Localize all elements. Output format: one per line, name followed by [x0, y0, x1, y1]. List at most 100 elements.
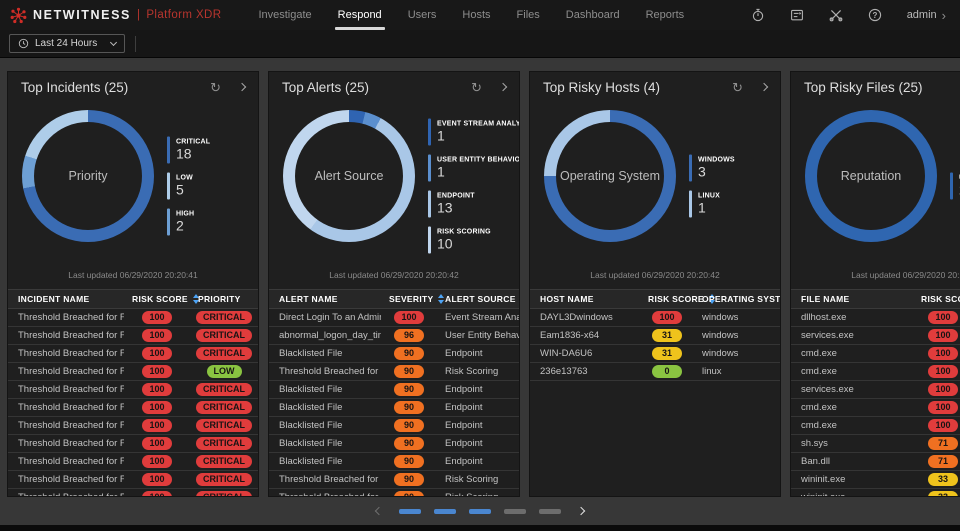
nav-item-reports[interactable]: Reports	[633, 0, 698, 30]
table-row[interactable]: Threshold Breached for FILE cmd.e... 100 C…	[8, 327, 258, 345]
legend-value: 3	[698, 163, 706, 180]
table-row[interactable]: Blacklisted File 90 Endpoint	[269, 435, 519, 453]
refresh-icon[interactable]: ↻	[210, 81, 221, 94]
table-row[interactable]: Blacklisted File 90 Endpoint	[269, 399, 519, 417]
badge-yellow: 33	[928, 491, 958, 496]
table-row[interactable]: cmd.exe 100	[791, 417, 960, 435]
table-row[interactable]: Direct Login To an Administrative ... 100…	[269, 309, 519, 327]
table-row[interactable]: cmd.exe 100	[791, 345, 960, 363]
page-next-icon[interactable]	[576, 506, 586, 516]
table-row[interactable]: Threshold Breached for FILE cmd.e... 100 C…	[8, 399, 258, 417]
panel-title: Top Risky Files (25)	[804, 79, 923, 95]
table-row[interactable]: Threshold Breached for FILE NWE... 100 CRI…	[8, 435, 258, 453]
donut-chart[interactable]: Alert Source	[283, 110, 415, 242]
cell-text: Threshold Breached for FILE cmd.e...	[8, 489, 124, 496]
table-row[interactable]: Threshold Breached for FILE servi... 100 C…	[8, 453, 258, 471]
donut-chart[interactable]: Reputation	[805, 110, 937, 242]
badge-red: CRITICAL	[196, 419, 252, 432]
page-dash-3-active[interactable]	[469, 508, 491, 514]
table-row[interactable]: wininit.exe 33	[791, 489, 960, 496]
table-row[interactable]: Threshold Breached for FILE SMSv... 100 CR…	[8, 471, 258, 489]
page-dash-2-active[interactable]	[434, 508, 456, 514]
page-dash-1-active[interactable]	[399, 508, 421, 514]
cell-text: Endpoint	[445, 348, 483, 359]
refresh-icon[interactable]: ↻	[732, 81, 743, 94]
panel-table: ALERT NAME SEVERITY ALERT SOURCE Direct …	[269, 289, 519, 496]
nav-item-investigate[interactable]: Investigate	[245, 0, 324, 30]
badge-yellow: 33	[928, 473, 958, 486]
table-row[interactable]: sh.sys 71	[791, 435, 960, 453]
table-row[interactable]: Threshold Breached for FILE cmd.e... 90 Ri…	[269, 489, 519, 496]
table-row[interactable]: abnormal_logon_day_time 96 User Entity Beh…	[269, 327, 519, 345]
nav-item-files[interactable]: Files	[504, 0, 553, 30]
table-row[interactable]: cmd.exe 100	[791, 363, 960, 381]
table-row[interactable]: cmd.exe 100	[791, 399, 960, 417]
page-prev-icon[interactable]	[374, 506, 384, 516]
nav-item-label: Respond	[337, 9, 382, 21]
cell-text: Blacklisted File	[279, 456, 343, 467]
column-header[interactable]: RISK SCORE	[124, 294, 199, 304]
table-row[interactable]: wininit.exe 33	[791, 471, 960, 489]
admin-tools-icon[interactable]	[829, 8, 843, 22]
divider	[135, 35, 137, 52]
donut-chart[interactable]: Priority	[22, 110, 154, 242]
cell-text: Eam1836-x64	[540, 330, 600, 341]
table-row[interactable]: Blacklisted File 90 Endpoint	[269, 381, 519, 399]
table-row[interactable]: Blacklisted File 90 Endpoint	[269, 417, 519, 435]
clock-icon	[18, 38, 29, 49]
legend-value: 1	[698, 199, 706, 216]
expand-panel-icon[interactable]	[237, 82, 247, 92]
badge-red: 100	[142, 365, 172, 378]
svg-text:?: ?	[872, 11, 877, 20]
table-row[interactable]: 236e13763 0 linux	[530, 363, 780, 381]
table-row[interactable]: Threshold Breached for FILE SMSv... 90 Ris…	[269, 471, 519, 489]
help-icon[interactable]: ?	[868, 8, 882, 22]
user-menu[interactable]: admin ›	[907, 8, 946, 23]
column-header[interactable]: RISK SCORE	[640, 294, 715, 304]
brand: NETWITNESS | Platform XDR	[10, 7, 221, 24]
table-row[interactable]: Blacklisted File 90 Endpoint	[269, 453, 519, 471]
legend-entry: UNKNOWN 25	[950, 172, 960, 200]
table-row[interactable]: Threshold Breached for FILE dllho... 100 C…	[8, 417, 258, 435]
refresh-icon[interactable]: ↻	[471, 81, 482, 94]
table-row[interactable]: Threshold Breached for FILE dllho... 100 L…	[8, 363, 258, 381]
column-header[interactable]: RISK SCORE	[913, 294, 960, 304]
table-row[interactable]: DAYL3Dwindows 100 windows	[530, 309, 780, 327]
chart-section: Alert Source EVENT STREAM ANALYSI... 1 U…	[269, 102, 519, 270]
nav-item-users[interactable]: Users	[395, 0, 450, 30]
table-row[interactable]: dllhost.exe 100	[791, 309, 960, 327]
table-row[interactable]: services.exe 100	[791, 327, 960, 345]
chart-legend: UNKNOWN 25	[950, 172, 960, 200]
page-dash-5[interactable]	[539, 508, 561, 514]
page-dash-4[interactable]	[504, 508, 526, 514]
expand-panel-icon[interactable]	[498, 82, 508, 92]
column-header[interactable]: SEVERITY	[381, 294, 445, 304]
brand-product: Platform XDR	[146, 9, 222, 21]
table-row[interactable]: Eam1836-x64 31 windows	[530, 327, 780, 345]
table-row[interactable]: services.exe 100	[791, 381, 960, 399]
table-row[interactable]: Threshold Breached for FILE cmd.e... 100 C…	[8, 489, 258, 496]
nav-item-dashboard[interactable]: Dashboard	[553, 0, 633, 30]
table-row[interactable]: Threshold Breached for FILE cmd.e... 100 C…	[8, 309, 258, 327]
table-row[interactable]: Threshold Breached for FILE yoga... 100 CR…	[8, 381, 258, 399]
cell-text: Endpoint	[445, 456, 483, 467]
panel-header: Top Incidents (25) ↻	[8, 72, 258, 102]
nav-item-hosts[interactable]: Hosts	[449, 0, 503, 30]
table-row[interactable]: Blacklisted File 90 Endpoint	[269, 345, 519, 363]
table-row[interactable]: Threshold Breached for FILE dwm... 100 CRI…	[8, 345, 258, 363]
table-row[interactable]: WIN-DA6U6 31 windows	[530, 345, 780, 363]
legend-color-bar	[428, 154, 431, 182]
jobs-icon[interactable]	[790, 8, 804, 22]
nav-item-respond[interactable]: Respond	[325, 0, 395, 30]
expand-panel-icon[interactable]	[759, 82, 769, 92]
badge-red: CRITICAL	[196, 437, 252, 450]
badge-red: 100	[928, 365, 958, 378]
timer-icon[interactable]	[751, 8, 765, 22]
time-range-dropdown[interactable]: Last 24 Hours	[9, 34, 126, 53]
donut-chart[interactable]: Operating System	[544, 110, 676, 242]
table-row[interactable]: Threshold Breached for FILE cmd.e... 90 Ri…	[269, 363, 519, 381]
table-row[interactable]: Ban.dll 71	[791, 453, 960, 471]
legend-value: 1	[437, 163, 445, 180]
badge-red: 100	[142, 473, 172, 486]
badge-orange: 71	[928, 437, 958, 450]
